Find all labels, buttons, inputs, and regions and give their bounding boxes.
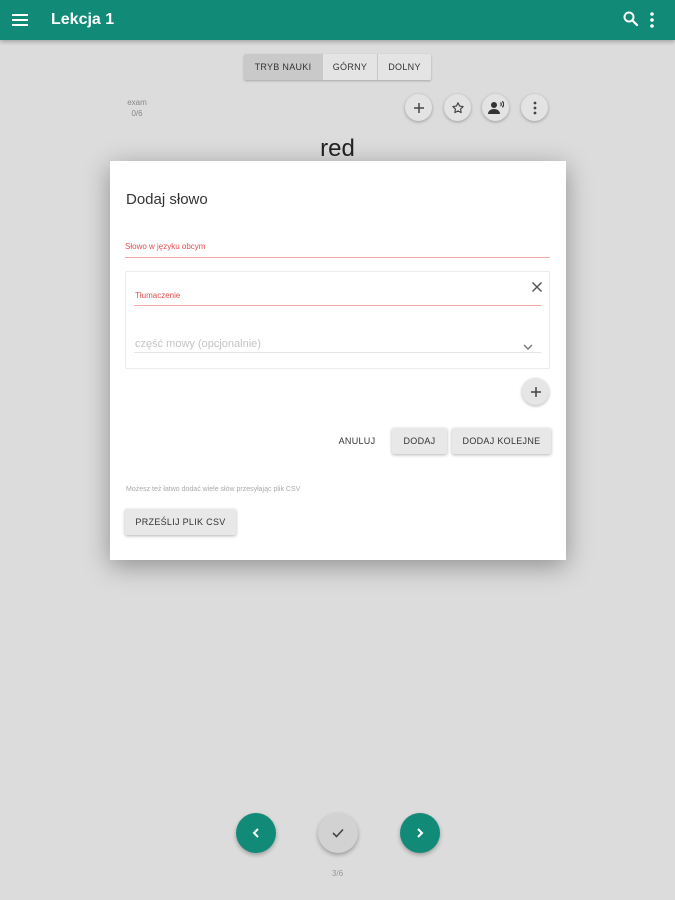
upload-csv-button[interactable]: PRZEŚLIJ PLIK CSV xyxy=(125,509,236,535)
add-word-dialog: Dodaj słowo Słowo w języku obcym Tłumacz… xyxy=(110,161,566,560)
word-options-button[interactable] xyxy=(521,94,548,121)
check-icon xyxy=(332,828,344,838)
translation-underline xyxy=(134,305,541,306)
current-word: red xyxy=(320,135,355,162)
add-translation-button[interactable] xyxy=(522,378,549,405)
translation-field[interactable]: Tłumaczenie xyxy=(135,291,180,300)
add-icon xyxy=(413,102,424,113)
app-bar: Lekcja 1 xyxy=(0,0,675,40)
add-icon xyxy=(530,386,541,397)
exam-status: exam 0/6 xyxy=(120,97,154,119)
add-word-button[interactable] xyxy=(405,94,432,121)
chevron-right-icon xyxy=(417,828,424,838)
dialog-title: Dodaj słowo xyxy=(126,191,208,208)
mode-bottom-tab[interactable]: DOLNY xyxy=(378,54,431,80)
favorite-button[interactable] xyxy=(444,94,471,121)
add-next-button[interactable]: DODAJ KOLEJNE xyxy=(452,428,551,454)
mode-top-tab[interactable]: GÓRNY xyxy=(323,54,378,80)
mode-learning-tab[interactable]: TRYB NAUKI xyxy=(244,54,323,80)
exam-count: 0/6 xyxy=(131,109,143,118)
page-title: Lekcja 1 xyxy=(51,11,115,28)
part-of-speech-underline xyxy=(134,352,541,353)
close-icon[interactable] xyxy=(531,280,543,292)
pronounce-button[interactable] xyxy=(482,94,509,121)
check-button[interactable] xyxy=(318,813,358,853)
chevron-left-icon xyxy=(252,828,259,838)
foreign-word-field[interactable]: Słowo w języku obcym xyxy=(125,242,205,251)
exam-label: exam xyxy=(127,98,147,107)
translation-card: Tłumaczenie część mowy (opcjonalnie) xyxy=(125,271,550,369)
progress-counter: 3/6 xyxy=(331,869,344,878)
menu-icon[interactable] xyxy=(12,11,28,29)
person-voice-icon xyxy=(487,100,504,114)
more-vert-icon xyxy=(533,101,536,114)
chevron-down-icon[interactable] xyxy=(522,339,534,350)
mode-selector: TRYB NAUKI GÓRNY DOLNY xyxy=(244,54,431,80)
cancel-button[interactable]: ANULUJ xyxy=(332,428,382,454)
next-button[interactable] xyxy=(400,813,440,853)
star-outline-icon xyxy=(451,101,464,113)
previous-button[interactable] xyxy=(236,813,276,853)
part-of-speech-select[interactable]: część mowy (opcjonalnie) xyxy=(135,338,261,350)
csv-hint: Możesz też łatwo dodać wiele słów przesy… xyxy=(126,486,301,493)
add-button[interactable]: DODAJ xyxy=(392,428,447,454)
foreign-word-underline xyxy=(125,257,550,258)
more-vert-icon[interactable] xyxy=(646,10,658,30)
search-icon[interactable] xyxy=(622,10,640,28)
